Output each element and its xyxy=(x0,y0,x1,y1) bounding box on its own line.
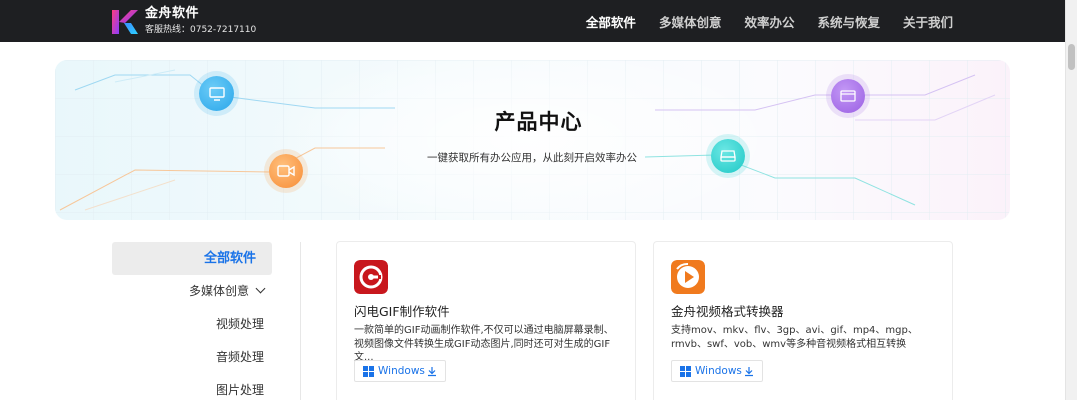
windows-icon xyxy=(363,365,374,377)
windows-icon xyxy=(680,365,691,377)
top-navigation-bar: 金舟软件 客服热线：0752-7217110 全部软件 多媒体创意 效率办公 系… xyxy=(0,0,1077,42)
sidebar-item-image[interactable]: 图片处理 xyxy=(112,374,272,400)
logo-icon xyxy=(112,9,138,34)
download-icon xyxy=(427,366,436,376)
product-card[interactable]: 金舟视频格式转换器 支持mov、mkv、flv、3gp、avi、gif、mp4、… xyxy=(653,241,953,400)
product-description: 一款简单的GIF动画制作软件,不仅可以通过电脑屏幕录制、视频图像文件转换生成GI… xyxy=(354,325,614,363)
download-label: Windows xyxy=(695,365,742,377)
download-label: Windows xyxy=(378,365,425,377)
windows-download-button[interactable]: Windows xyxy=(354,360,446,382)
sidebar-item-multimedia[interactable]: 多媒体创意 xyxy=(112,275,272,308)
category-sidebar: 全部软件 多媒体创意 视频处理 音频处理 图片处理 xyxy=(112,242,272,400)
download-icon xyxy=(744,366,753,376)
product-title[interactable]: 金舟视频格式转换器 xyxy=(671,301,784,320)
brand-logo[interactable]: 金舟软件 客服热线：0752-7217110 xyxy=(111,6,256,37)
monitor-icon xyxy=(208,86,225,101)
customer-hotline: 客服热线：0752-7217110 xyxy=(145,25,257,35)
brand-name: 金舟软件 xyxy=(145,6,200,21)
banner-background-pattern xyxy=(55,60,1010,220)
nav-multimedia[interactable]: 多媒体创意 xyxy=(659,12,722,31)
page-subtitle: 一键获取所有办公应用，从此刻开启效率办公 xyxy=(427,152,637,164)
nav-office-efficiency[interactable]: 效率办公 xyxy=(744,12,794,31)
main-nav: 全部软件 多媒体创意 效率办公 系统与恢复 关于我们 xyxy=(563,0,953,42)
sidebar-item-all-software[interactable]: 全部软件 xyxy=(112,242,272,275)
product-title[interactable]: 闪电GIF制作软件 xyxy=(354,301,450,320)
sidebar-item-audio[interactable]: 音频处理 xyxy=(112,341,272,374)
sidebar-item-video[interactable]: 视频处理 xyxy=(112,308,272,341)
chevron-down-icon xyxy=(255,283,266,294)
nav-system-recovery[interactable]: 系统与恢复 xyxy=(817,12,880,31)
video-camera-icon xyxy=(277,165,295,177)
page-scrollbar[interactable] xyxy=(1065,0,1077,400)
video-converter-app-icon xyxy=(671,260,705,294)
hero-banner xyxy=(55,60,1010,220)
windows-download-button[interactable]: Windows xyxy=(671,360,763,382)
scrollbar-thumb[interactable] xyxy=(1068,44,1075,70)
nav-about-us[interactable]: 关于我们 xyxy=(903,12,953,31)
product-description: 支持mov、mkv、flv、3gp、avi、gif、mp4、mgp、rmvb、s… xyxy=(671,325,918,350)
browser-window-icon xyxy=(840,90,856,102)
sidebar-divider xyxy=(300,242,301,400)
gif-maker-app-icon xyxy=(354,260,388,294)
nav-all-software[interactable]: 全部软件 xyxy=(586,12,636,31)
page-title: 产品中心 xyxy=(494,110,583,134)
sidebar-item-label: 多媒体创意 xyxy=(188,284,249,298)
product-card[interactable]: 闪电GIF制作软件 一款简单的GIF动画制作软件,不仅可以通过电脑屏幕录制、视频… xyxy=(336,241,636,400)
